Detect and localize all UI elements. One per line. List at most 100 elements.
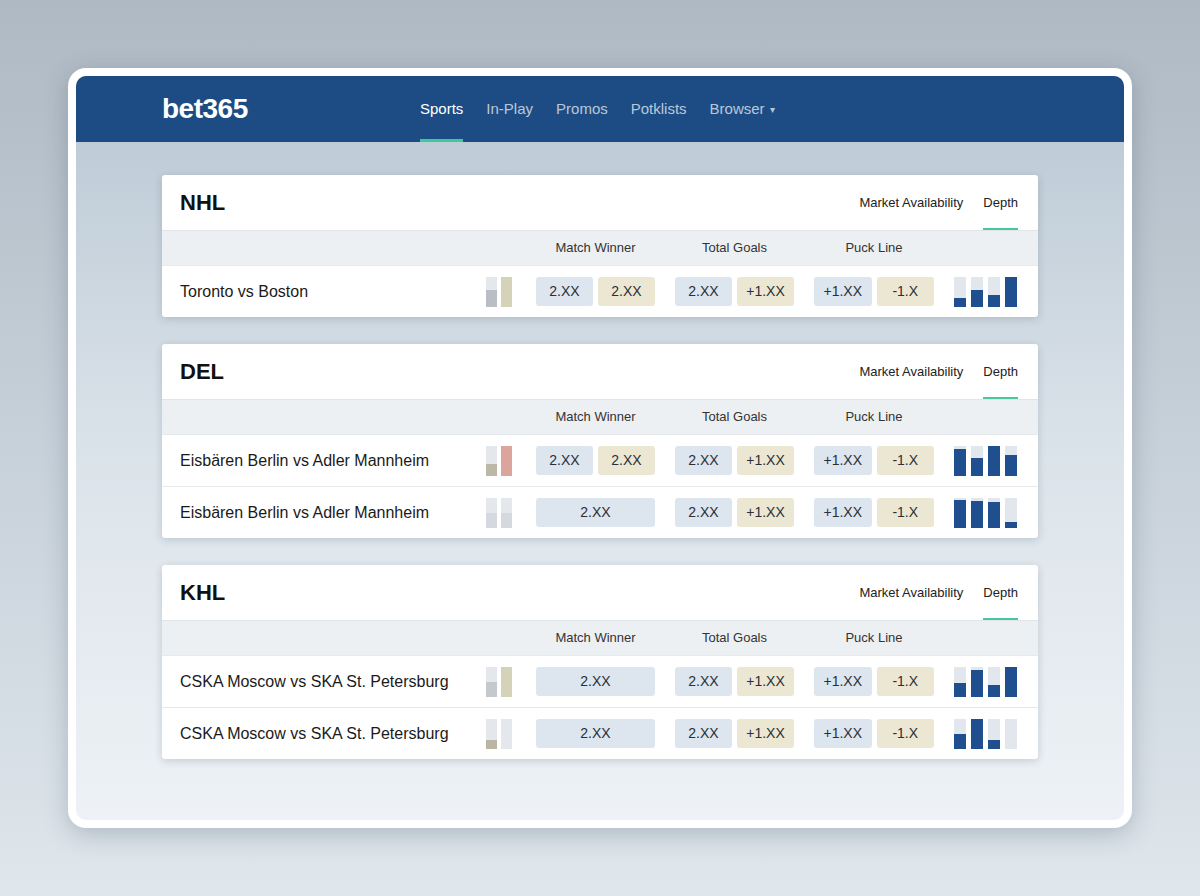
odds-button[interactable]: 2.XX (675, 719, 732, 748)
odds-group: 2.XX 2.XX (536, 446, 655, 475)
view-tab-label[interactable]: Depth (983, 362, 1018, 382)
odds-button[interactable]: 2.XX (536, 277, 593, 306)
view-tab-label[interactable]: Market Availability (859, 193, 963, 213)
odds-value[interactable]: 2.XX (688, 502, 718, 523)
view-tab[interactable]: Market Availability (859, 175, 963, 230)
match-name[interactable]: Eisbären Berlin vs Adler Mannheim (180, 501, 466, 525)
league-header: KHLMarket AvailabilityDepth (162, 565, 1038, 620)
nav-label[interactable]: Browser (710, 98, 765, 121)
odds-value[interactable]: +1.XX (823, 450, 862, 471)
nav-item[interactable]: In-Play (486, 76, 533, 142)
nav-label[interactable]: In-Play (486, 98, 533, 121)
odds-value[interactable]: 2.XX (549, 281, 579, 302)
match-row[interactable]: Toronto vs Boston 2.XX 2.XX 2.XX +1.XX +1.XX -… (162, 265, 1038, 317)
nav-label[interactable]: Promos (556, 98, 608, 121)
odds-group: +1.XX -1.X (814, 498, 934, 527)
odds-value[interactable]: -1.X (892, 281, 918, 302)
view-tab-label[interactable]: Market Availability (859, 583, 963, 603)
odds-button[interactable]: 2.XX (536, 446, 593, 475)
match-name[interactable]: CSKA Moscow vs SKA St. Petersburg (180, 722, 466, 746)
odds-value[interactable]: +1.XX (746, 723, 785, 744)
odds-button[interactable]: +1.XX (737, 498, 794, 527)
odds-button[interactable]: +1.XX (737, 446, 794, 475)
odds-value[interactable]: +1.XX (746, 502, 785, 523)
nav-item[interactable]: Sports (420, 76, 463, 142)
odds-button[interactable]: 2.XX (675, 498, 732, 527)
odds-value[interactable]: +1.XX (823, 281, 862, 302)
logo[interactable]: bet365 (162, 95, 248, 123)
view-tab-label[interactable]: Depth (983, 193, 1018, 213)
odds-value[interactable]: 2.XX (611, 450, 641, 471)
view-tab[interactable]: Depth (983, 565, 1018, 620)
odds-value[interactable]: +1.XX (746, 671, 785, 692)
odds-button[interactable]: 2.XX (598, 446, 655, 475)
odds-value[interactable]: 2.XX (688, 450, 718, 471)
odds-value[interactable]: 2.XX (688, 671, 718, 692)
odds-button[interactable]: -1.X (877, 498, 935, 527)
indicator-fill (486, 740, 497, 749)
main-nav: Sports In-Play Promos Potklists Browser ▾ (420, 76, 775, 142)
match-row[interactable]: Eisbären Berlin vs Adler Mannheim2.XX2.X… (162, 434, 1038, 486)
view-tab-label[interactable]: Market Availability (859, 362, 963, 382)
odds-button[interactable]: +1.XX (737, 719, 794, 748)
depth-track (954, 667, 966, 697)
nav-item[interactable]: Potklists (631, 76, 687, 142)
view-tab[interactable]: Depth (983, 175, 1018, 230)
odds-value[interactable]: +1.XX (746, 450, 785, 471)
depth-track (988, 719, 1000, 749)
nav-item[interactable]: Browser ▾ (710, 76, 775, 142)
depth-track (971, 667, 983, 697)
view-tab-label[interactable]: Depth (983, 583, 1018, 603)
odds-button[interactable]: +1.XX (737, 667, 794, 696)
view-tab[interactable]: Market Availability (859, 344, 963, 399)
odds-value[interactable]: +1.XX (746, 281, 785, 302)
caret-icon[interactable]: ▾ (770, 102, 775, 117)
market-indicator (486, 667, 516, 697)
odds-button[interactable]: +1.XX (814, 446, 872, 475)
odds-value[interactable]: +1.XX (823, 723, 862, 744)
odds-button[interactable]: -1.X (877, 446, 935, 475)
match-row[interactable]: CSKA Moscow vs SKA St. Petersburg 2.XX 2.X… (162, 707, 1038, 759)
odds-value[interactable]: 2.XX (580, 502, 610, 523)
view-tab[interactable]: Depth (983, 344, 1018, 399)
depth-bar (988, 502, 1000, 528)
odds-button[interactable]: +1.XX (814, 277, 872, 306)
odds-value[interactable]: 2.XX (688, 281, 718, 302)
view-tab[interactable]: Market Availability (859, 565, 963, 620)
depth-track (971, 719, 983, 749)
odds-value[interactable]: 2.XX (580, 671, 610, 692)
odds-value[interactable]: -1.X (892, 671, 918, 692)
match-name[interactable]: Toronto vs Boston (180, 280, 466, 304)
odds-button[interactable]: 2.XX (536, 719, 655, 748)
odds-button[interactable]: 2.XX (675, 446, 732, 475)
odds-value[interactable]: -1.X (892, 502, 918, 523)
odds-button[interactable]: -1.X (877, 667, 935, 696)
odds-button[interactable]: 2.XX (675, 277, 732, 306)
odds-value[interactable]: 2.XX (611, 281, 641, 302)
nav-label[interactable]: Potklists (631, 98, 687, 121)
odds-button[interactable]: 2.XX (675, 667, 732, 696)
odds-button[interactable]: +1.XX (737, 277, 794, 306)
odds-button[interactable]: +1.XX (814, 498, 872, 527)
odds-value[interactable]: 2.XX (580, 723, 610, 744)
match-name[interactable]: CSKA Moscow vs SKA St. Petersburg (180, 670, 466, 694)
nav-item[interactable]: Promos (556, 76, 608, 142)
depth-track (988, 446, 1000, 476)
match-name[interactable]: Eisbären Berlin vs Adler Mannheim (180, 449, 466, 473)
odds-value[interactable]: -1.X (892, 723, 918, 744)
odds-button[interactable]: 2.XX (598, 277, 655, 306)
odds-value[interactable]: +1.XX (823, 671, 862, 692)
odds-value[interactable]: 2.XX (688, 723, 718, 744)
odds-button[interactable]: +1.XX (814, 667, 872, 696)
nav-label[interactable]: Sports (420, 98, 463, 121)
odds-value[interactable]: +1.XX (823, 502, 862, 523)
match-row[interactable]: CSKA Moscow vs SKA St. Petersburg 2.XX 2.X… (162, 655, 1038, 707)
odds-value[interactable]: -1.X (892, 450, 918, 471)
odds-button[interactable]: -1.X (877, 277, 935, 306)
odds-button[interactable]: +1.XX (814, 719, 872, 748)
odds-value[interactable]: 2.XX (549, 450, 579, 471)
odds-button[interactable]: 2.XX (536, 667, 655, 696)
odds-button[interactable]: 2.XX (536, 498, 655, 527)
odds-button[interactable]: -1.X (877, 719, 935, 748)
match-row[interactable]: Eisbären Berlin vs Adler Mannheim 2.XX 2.X… (162, 486, 1038, 538)
